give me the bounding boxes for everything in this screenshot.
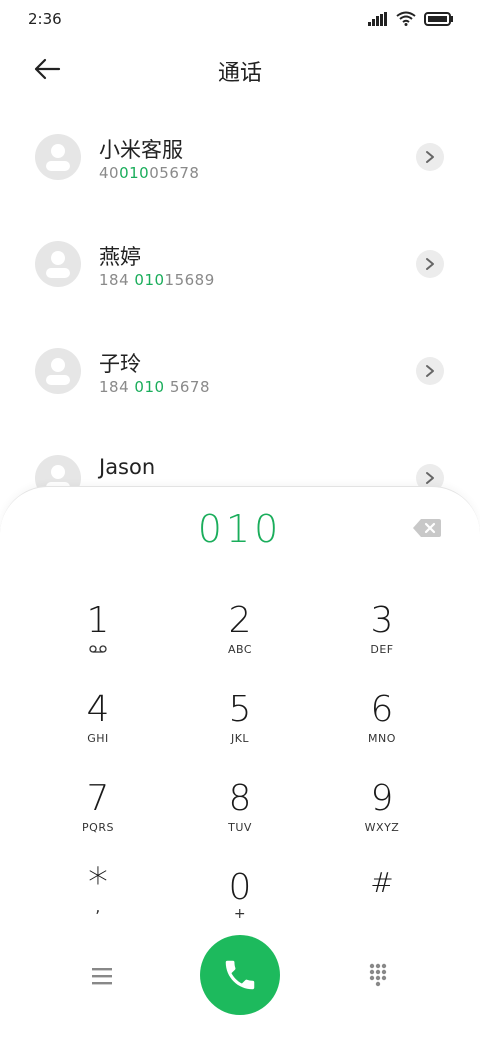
chevron-right-icon	[426, 472, 434, 484]
status-icons	[368, 11, 454, 26]
dialed-number: 010	[197, 507, 283, 551]
voicemail-icon	[89, 645, 107, 653]
header: 通话	[0, 40, 480, 100]
key-3[interactable]: 3 DEF	[322, 601, 442, 681]
dialpad-toggle-button[interactable]	[364, 961, 392, 989]
avatar	[35, 134, 81, 180]
key-8[interactable]: 8 TUV	[180, 779, 300, 859]
contact-name: 小米客服	[99, 138, 183, 162]
contact-number: 184 01015689	[99, 271, 215, 289]
number-match: 010	[134, 271, 165, 289]
contact-number: 184 010 5678	[99, 378, 210, 396]
contact-name: 燕婷	[99, 245, 141, 269]
key-star[interactable]: * ,	[38, 863, 158, 943]
phone-screen: 2:36 通话 小米客服 4001005678 燕婷 184 01015689 …	[0, 0, 480, 1040]
contact-name: Jason	[99, 455, 156, 479]
chevron-right-icon	[426, 258, 434, 270]
key-hash[interactable]: #	[322, 863, 442, 943]
contact-list: 小米客服 4001005678 燕婷 184 01015689 子玲 184 0…	[0, 104, 480, 532]
number-match: 010	[134, 378, 165, 396]
backspace-icon	[413, 519, 441, 537]
key-6[interactable]: 6 MNO	[322, 690, 442, 770]
battery-icon	[424, 11, 453, 26]
key-5[interactable]: 5 JKL	[180, 690, 300, 770]
contact-detail-button[interactable]	[416, 143, 444, 171]
contact-row[interactable]: 小米客服 4001005678	[0, 104, 480, 211]
delete-button[interactable]	[412, 517, 442, 539]
avatar	[35, 241, 81, 287]
menu-icon	[92, 968, 112, 985]
page-title: 通话	[217, 61, 262, 86]
contact-detail-button[interactable]	[416, 250, 444, 278]
contact-row[interactable]: 燕婷 184 01015689	[0, 211, 480, 318]
contact-number: 4001005678	[99, 164, 200, 182]
key-2[interactable]: 2 ABC	[180, 601, 300, 681]
chevron-right-icon	[426, 365, 434, 377]
contact-row[interactable]: 子玲 184 010 5678	[0, 318, 480, 425]
status-time: 2:36	[28, 10, 62, 28]
avatar	[35, 348, 81, 394]
contact-detail-button[interactable]	[416, 357, 444, 385]
wifi-icon	[396, 11, 416, 26]
signal-icon	[368, 11, 387, 26]
chevron-right-icon	[426, 151, 434, 163]
key-1[interactable]: 1	[38, 601, 158, 681]
status-bar: 2:36	[0, 0, 480, 40]
menu-button[interactable]	[88, 964, 116, 988]
call-button[interactable]	[200, 935, 280, 1015]
contact-name: 子玲	[99, 352, 141, 376]
phone-icon	[225, 960, 255, 990]
key-9[interactable]: 9 WXYZ	[322, 779, 442, 859]
dialpad-icon	[369, 963, 387, 987]
number-match: 010	[119, 164, 150, 182]
key-4[interactable]: 4 GHI	[38, 690, 158, 770]
key-7[interactable]: 7 PQRS	[38, 779, 158, 859]
